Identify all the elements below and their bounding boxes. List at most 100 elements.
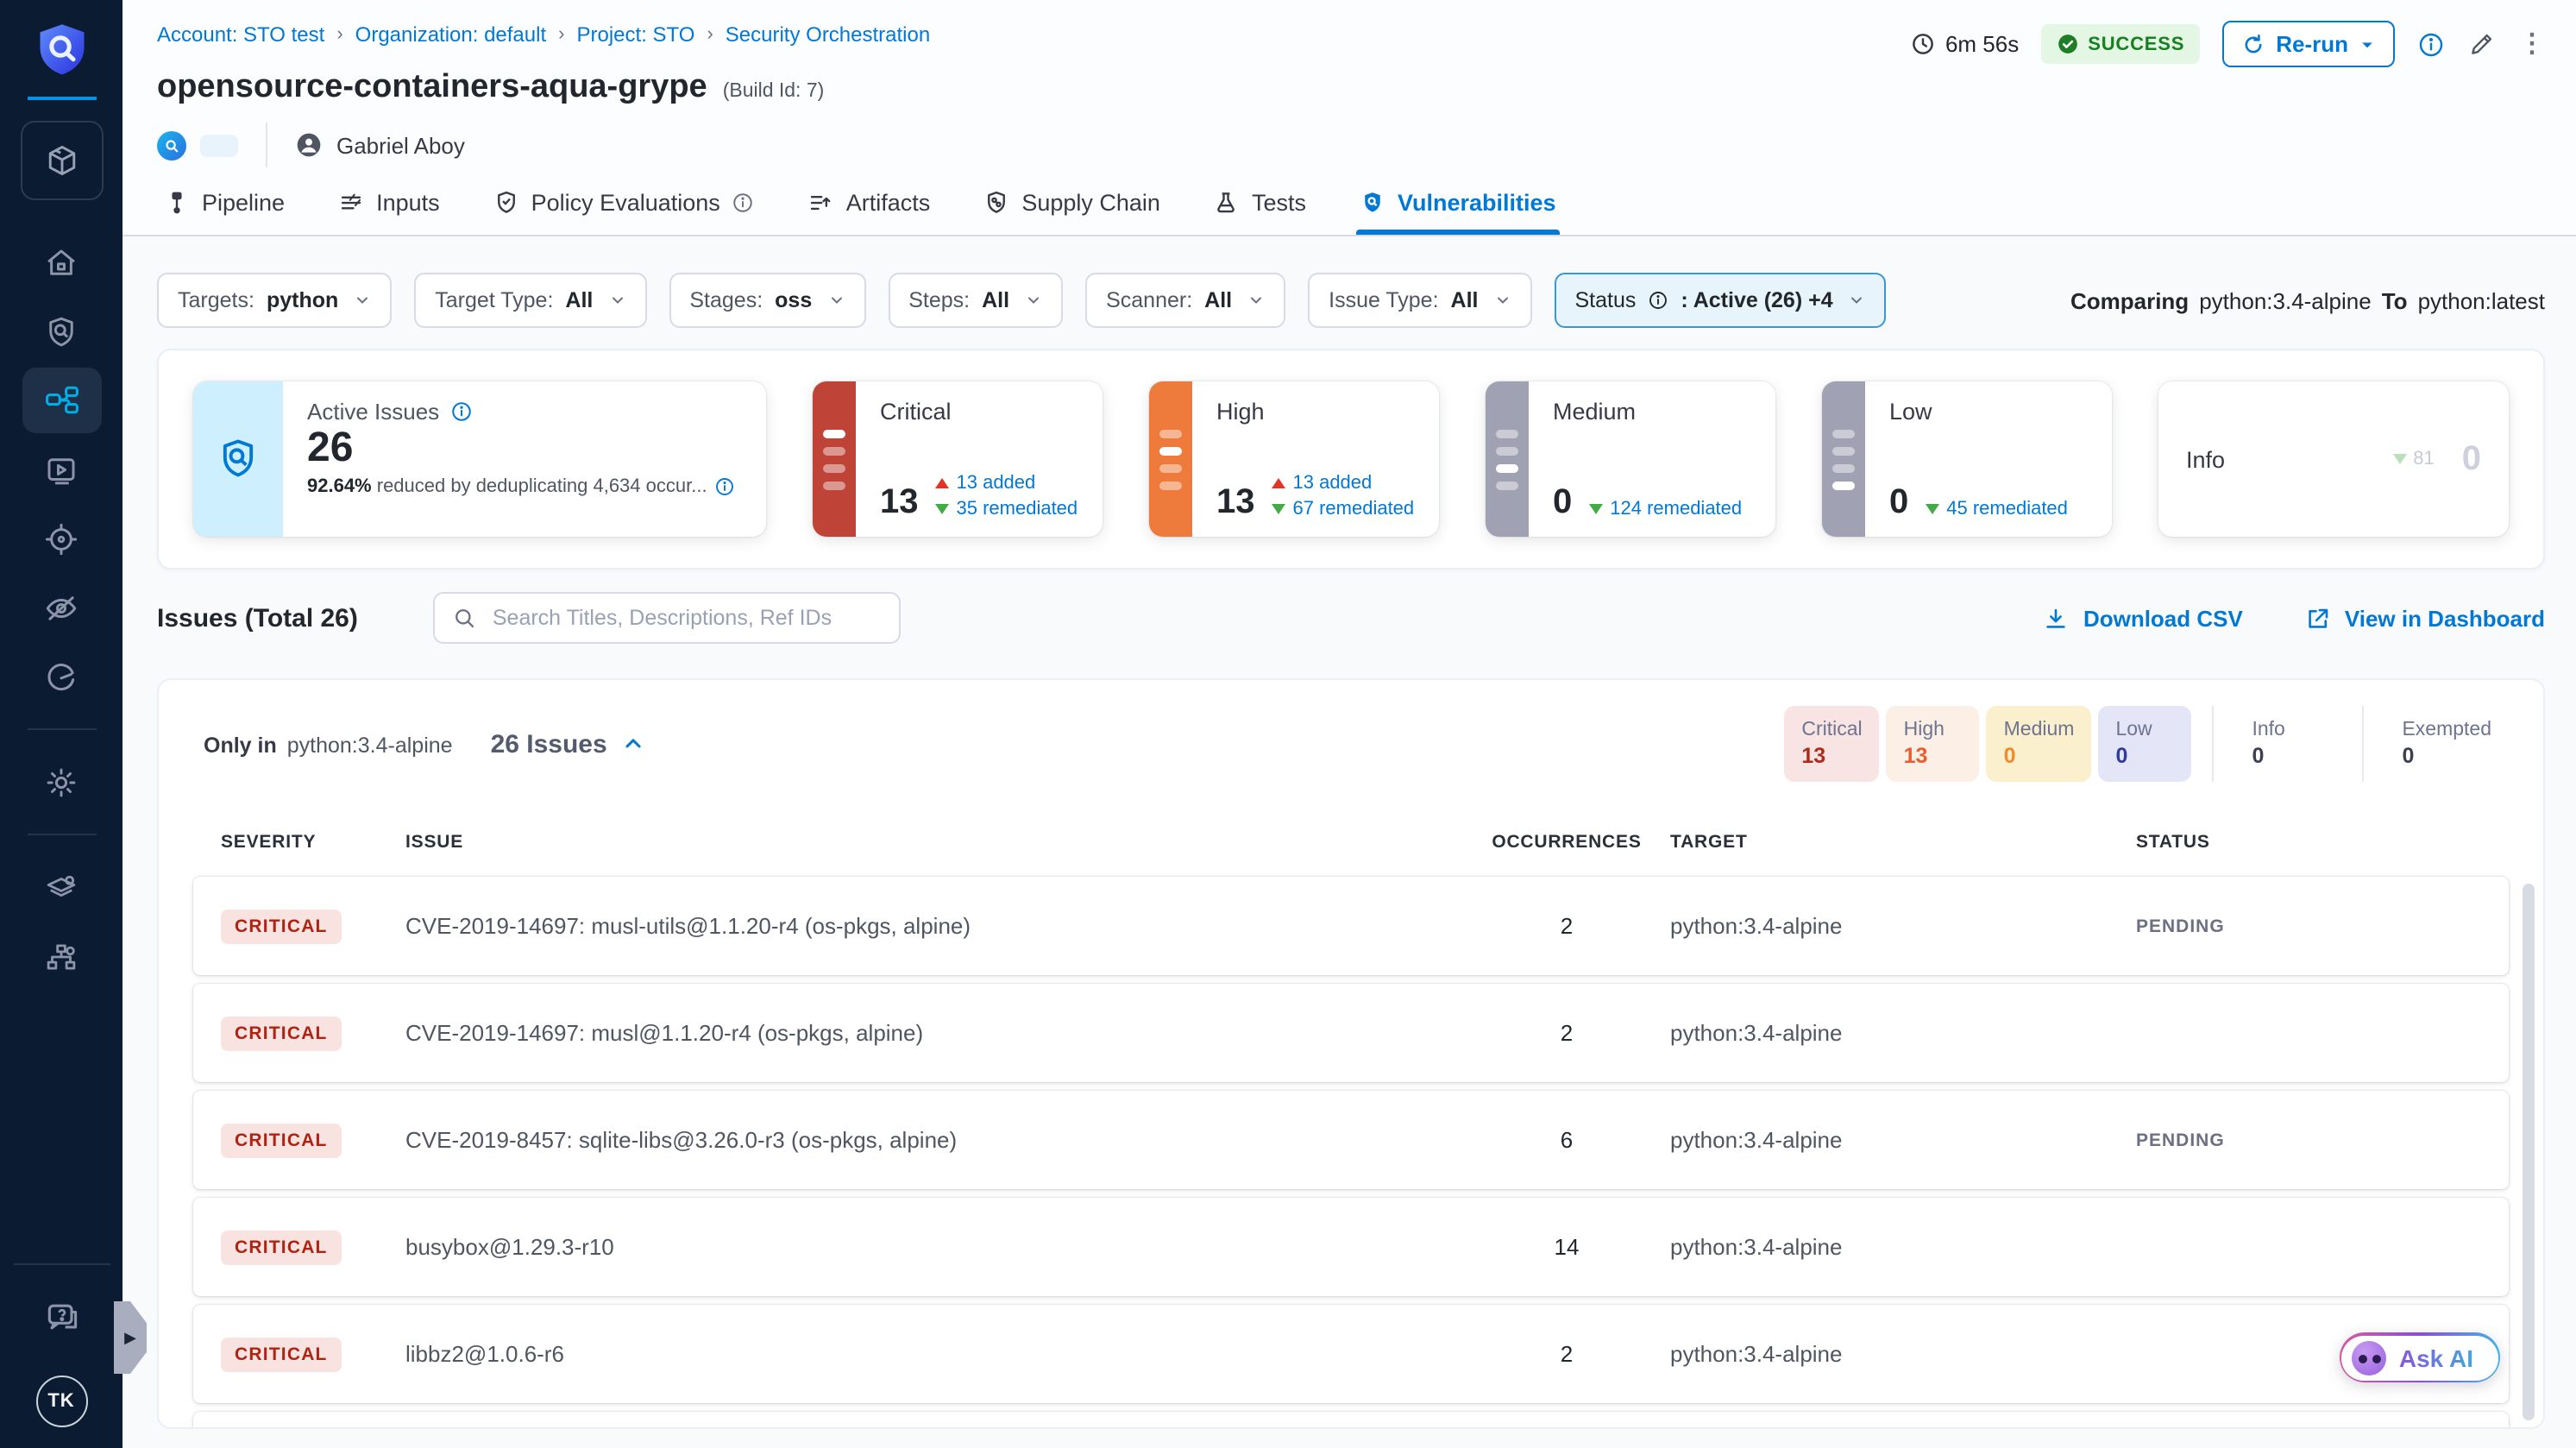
filter-targets[interactable]: Targets:python — [157, 273, 392, 328]
col-target: TARGET — [1670, 832, 2136, 853]
vulnerabilities-shield-icon — [1360, 190, 1385, 216]
chevron-down-icon — [354, 292, 371, 309]
issues-group-header: Only in python:3.4-alpine 26 Issues Crit… — [193, 704, 2509, 784]
active-issues-card[interactable]: Active Issues 26 92.64% reduced by dedup… — [193, 381, 766, 537]
issue-row[interactable]: CRITICAL CVE-2019-14697: musl@1.1.20-r4 … — [193, 984, 2509, 1082]
sidebar-item-settings[interactable] — [22, 749, 101, 815]
breadcrumb-account[interactable]: Account: STO test — [157, 22, 324, 47]
sidebar-item-executions[interactable] — [22, 437, 101, 502]
filters-row: Targets:python Target Type:All Stages:os… — [157, 273, 2545, 328]
filter-issue-type[interactable]: Issue Type:All — [1308, 273, 1531, 328]
breadcrumb-module[interactable]: Security Orchestration — [726, 22, 930, 47]
tab-tests[interactable]: Tests — [1210, 176, 1310, 235]
critical-count: 13 — [880, 485, 919, 519]
ai-robot-icon — [2353, 1340, 2387, 1375]
filter-status[interactable]: Status : Active (26) +4 — [1555, 273, 1887, 328]
rerun-button[interactable]: Re-run — [2222, 21, 2395, 67]
low-card[interactable]: Low 0 45 remediated — [1822, 381, 2112, 537]
issue-row[interactable]: CRITICAL libcrypto1.1@1.1.1a-r1 50 pytho… — [193, 1412, 2509, 1429]
info-icon — [732, 192, 755, 214]
check-circle-icon — [2057, 33, 2079, 55]
tab-vulnerabilities[interactable]: Vulnerabilities — [1356, 176, 1560, 235]
chevron-right-icon: › — [558, 24, 564, 45]
more-options-icon[interactable]: ⋮ — [2519, 31, 2545, 57]
high-severity-gauge-icon — [1149, 381, 1192, 537]
gear-icon — [43, 764, 79, 800]
vertical-scrollbar[interactable] — [2523, 884, 2535, 1420]
build-id: (Build Id: 7) — [723, 81, 825, 102]
edit-pipeline-icon[interactable] — [2467, 29, 2497, 59]
issue-row[interactable]: CRITICAL CVE-2019-8457: sqlite-libs@3.26… — [193, 1091, 2509, 1189]
info-icon[interactable] — [714, 477, 735, 498]
sidebar-item-overview[interactable] — [22, 644, 101, 709]
sidebar-item-default-settings[interactable] — [22, 854, 101, 920]
module-cube-icon — [42, 142, 80, 179]
harness-sto-logo-icon[interactable] — [32, 21, 91, 79]
sidebar-item-exemptions[interactable] — [22, 575, 101, 640]
execution-header: Account: STO test › Organization: defaul… — [123, 0, 2576, 236]
download-csv-button[interactable]: Download CSV — [2044, 605, 2243, 631]
issue-row[interactable]: CRITICAL CVE-2019-14697: musl-utils@1.1.… — [193, 877, 2509, 975]
critical-added-link[interactable]: 13 added — [936, 473, 1078, 494]
severity-badge: CRITICAL — [221, 1337, 342, 1371]
filter-steps[interactable]: Steps:All — [888, 273, 1063, 328]
filter-target-type[interactable]: Target Type:All — [414, 273, 646, 328]
module-selector-button[interactable] — [20, 121, 103, 200]
search-icon — [453, 606, 477, 630]
shield-check-icon — [493, 190, 519, 216]
chip-separator — [2212, 706, 2214, 782]
user-avatar[interactable]: TK — [35, 1376, 87, 1427]
sidebar-item-org-hierarchy[interactable] — [22, 923, 101, 989]
high-added-link[interactable]: 13 added — [1272, 473, 1415, 494]
active-issues-body: Active Issues 26 92.64% reduced by dedup… — [283, 381, 766, 537]
chip-info[interactable]: Info0 — [2234, 706, 2341, 782]
tab-policy-evaluations[interactable]: Policy Evaluations — [490, 176, 758, 235]
high-remediated-link[interactable]: 67 remediated — [1272, 499, 1415, 519]
chip-high[interactable]: High13 — [1887, 706, 1980, 782]
info-card[interactable]: Info 81 0 — [2158, 381, 2509, 537]
filter-stages[interactable]: Stages:oss — [669, 273, 865, 328]
issues-section-title: Issues (Total 26) — [157, 603, 358, 633]
low-remediated-link[interactable]: 45 remediated — [1926, 499, 2068, 519]
high-card[interactable]: High 13 13 added 67 remediated — [1149, 381, 1439, 537]
chip-exempted[interactable]: Exempted0 — [2384, 706, 2509, 782]
target-crosshair-icon — [43, 520, 79, 557]
chip-critical[interactable]: Critical13 — [1784, 706, 1879, 782]
chip-medium[interactable]: Medium0 — [1987, 706, 2092, 782]
chip-low[interactable]: Low0 — [2098, 706, 2191, 782]
sidebar-item-pipelines[interactable] — [22, 368, 101, 433]
low-count: 0 — [1889, 485, 1908, 519]
ask-ai-button[interactable]: Ask AI — [2340, 1332, 2500, 1382]
breadcrumb-project[interactable]: Project: STO — [577, 22, 695, 47]
sidebar-item-scans[interactable] — [22, 299, 101, 364]
search-input[interactable] — [489, 604, 883, 632]
info-icon[interactable] — [449, 400, 472, 423]
clock-icon — [1911, 31, 1937, 57]
issue-row[interactable]: CRITICAL libbz2@1.0.6-r6 2 python:3.4-al… — [193, 1305, 2509, 1403]
collapse-group-icon[interactable] — [621, 732, 645, 756]
severity-badge: CRITICAL — [221, 1230, 342, 1264]
critical-card[interactable]: Critical 13 13 added 35 remediated — [813, 381, 1103, 537]
medium-card[interactable]: Medium 0 124 remediated — [1486, 381, 1775, 537]
execution-info-icon[interactable] — [2417, 30, 2445, 58]
author-name: Gabriel Aboy — [336, 132, 465, 158]
critical-remediated-link[interactable]: 35 remediated — [936, 499, 1078, 519]
tab-inputs[interactable]: Inputs — [335, 176, 443, 235]
filter-scanner[interactable]: Scanner:All — [1085, 273, 1285, 328]
issues-search[interactable] — [434, 592, 902, 644]
sidebar-item-help[interactable] — [22, 1284, 101, 1350]
tab-supply-chain[interactable]: Supply Chain — [980, 176, 1164, 235]
tab-pipeline[interactable]: Pipeline — [160, 176, 288, 235]
sidebar-item-targets[interactable] — [22, 506, 101, 571]
medium-severity-gauge-icon — [1486, 381, 1529, 537]
sidebar-item-home[interactable] — [22, 230, 101, 295]
high-count: 13 — [1216, 485, 1255, 519]
issue-row[interactable]: CRITICAL busybox@1.29.3-r10 14 python:3.… — [193, 1198, 2509, 1296]
execution-tabs: Pipeline Inputs Po — [123, 176, 2576, 236]
medium-remediated-link[interactable]: 124 remediated — [1589, 499, 1742, 519]
left-sidebar: TK — [0, 0, 123, 1448]
triangle-up-icon — [936, 478, 950, 488]
view-in-dashboard-button[interactable]: View in Dashboard — [2305, 605, 2545, 631]
tab-artifacts[interactable]: Artifacts — [805, 176, 934, 235]
breadcrumb-org[interactable]: Organization: default — [355, 22, 547, 47]
